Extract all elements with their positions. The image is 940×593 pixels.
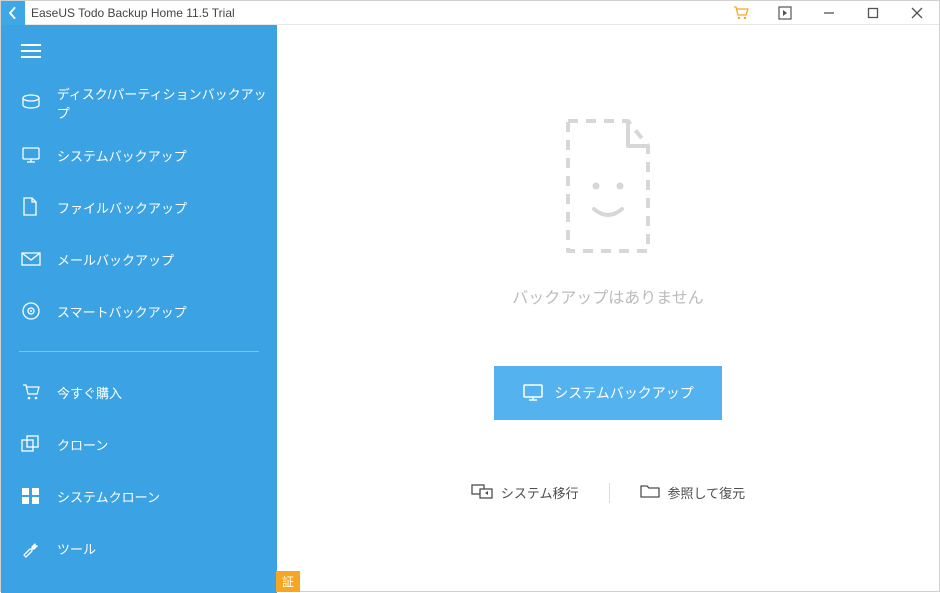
file-icon: [21, 197, 47, 217]
main-content: バックアップはありません システムバックアップ システム移行 参照して復元: [277, 25, 939, 593]
sidebar-item-label: ディスク/パーティションバックアップ: [47, 84, 277, 122]
sidebar-menu-secondary: 今すぐ購入 クローン システムクローン ツール: [1, 366, 277, 574]
sidebar-item-system-backup[interactable]: システムバックアップ: [1, 129, 277, 181]
empty-illustration: [548, 111, 668, 266]
transfer-icon: [471, 482, 493, 503]
window-title: EaseUS Todo Backup Home 11.5 Trial: [25, 6, 719, 20]
sidebar-item-file-backup[interactable]: ファイルバックアップ: [1, 181, 277, 233]
sidebar-separator: [19, 351, 259, 352]
sidebar-item-label: クローン: [47, 435, 108, 454]
sidebar-item-label: 今すぐ購入: [47, 383, 122, 402]
sidebar-item-label: システムバックアップ: [47, 146, 187, 165]
sidebar-item-buy-now[interactable]: 今すぐ購入: [1, 366, 277, 418]
sidebar-item-label: システムクローン: [47, 487, 160, 506]
wrench-icon: [21, 538, 47, 558]
browse-restore-button[interactable]: 参照して復元: [610, 483, 776, 502]
minimize-button[interactable]: [807, 1, 851, 24]
titlebar: EaseUS Todo Backup Home 11.5 Trial: [1, 1, 939, 25]
mail-icon: [21, 252, 47, 266]
system-icon: [21, 146, 47, 164]
sidebar-item-system-clone[interactable]: システムクローン: [1, 470, 277, 522]
sidebar-item-smart-backup[interactable]: スマートバックアップ: [1, 285, 277, 337]
sidebar-menu-primary: ディスク/パーティションバックアップ システムバックアップ ファイルバックアップ…: [1, 77, 277, 337]
smart-icon: [21, 301, 47, 321]
sidebar-item-mail-backup[interactable]: メールバックアップ: [1, 233, 277, 285]
secondary-actions: システム移行 参照して復元: [441, 482, 775, 503]
app-icon: [1, 1, 25, 25]
sidebar-item-tools[interactable]: ツール: [1, 522, 277, 574]
system-transfer-label: システム移行: [501, 483, 579, 502]
empty-state-text: バックアップはありません: [512, 284, 704, 308]
sidebar-item-label: メールバックアップ: [47, 250, 174, 269]
cart-icon[interactable]: [719, 1, 763, 24]
clone-icon: [21, 435, 47, 453]
folder-icon: [640, 483, 660, 502]
window-controls: [719, 1, 939, 24]
sidebar-item-clone[interactable]: クローン: [1, 418, 277, 470]
system-clone-icon: [21, 487, 47, 505]
close-button[interactable]: [895, 1, 939, 24]
browse-restore-label: 参照して復元: [668, 483, 746, 502]
disk-icon: [21, 94, 47, 112]
system-icon: [522, 383, 544, 404]
hamburger-menu[interactable]: [1, 25, 277, 77]
log-icon[interactable]: [763, 1, 807, 24]
sidebar-item-label: ファイルバックアップ: [47, 198, 187, 217]
maximize-button[interactable]: [851, 1, 895, 24]
system-transfer-button[interactable]: システム移行: [441, 482, 609, 503]
sidebar-item-label: スマートバックアップ: [47, 302, 187, 321]
sidebar-item-disk-backup[interactable]: ディスク/パーティションバックアップ: [1, 77, 277, 129]
sidebar: ディスク/パーティションバックアップ システムバックアップ ファイルバックアップ…: [1, 25, 277, 593]
cart-icon: [21, 383, 47, 401]
primary-button-label: システムバックアップ: [554, 383, 694, 403]
sidebar-item-label: ツール: [47, 539, 96, 558]
system-backup-button[interactable]: システムバックアップ: [494, 366, 722, 420]
